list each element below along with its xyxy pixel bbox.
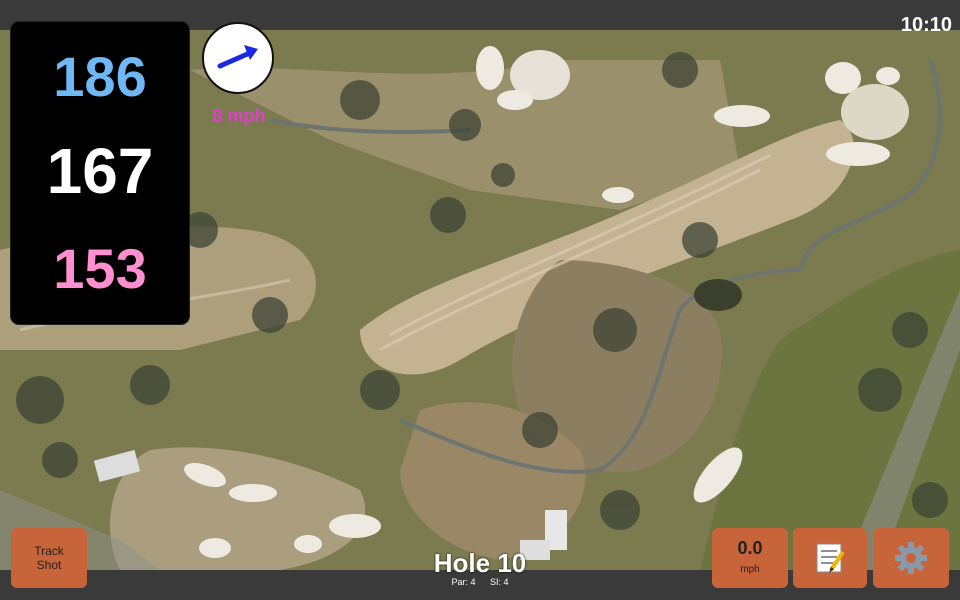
speed-value: 0.0 [737,538,763,558]
hole-par: Par: 4 [451,577,476,587]
speed-unit: mph [740,564,760,575]
clock: 10:10 [900,14,952,36]
track-shot-label-line1: Track [34,544,64,558]
yardage-panel: 186 167 153 [11,22,189,324]
notepad-icon [816,543,845,573]
back-yardage: 186 [53,45,147,108]
hole-details: Par: 4 SI: 4 [380,577,580,587]
middle-yardage: 167 [46,135,154,207]
track-shot-button[interactable]: Track Shot [11,528,87,588]
wind-speed-label: 8 mph [212,106,266,126]
notes-button[interactable] [793,528,867,588]
hole-title: Hole 10 [433,548,527,578]
settings-button[interactable] [873,528,949,588]
wind-arrow-icon [217,45,258,69]
speed-button[interactable]: 0.0 mph [712,528,788,588]
hole-stroke-index: SI: 4 [490,577,509,587]
front-yardage: 153 [53,237,147,300]
track-shot-label-line2: Shot [36,558,62,572]
gear-icon [895,542,927,574]
wind-indicator [202,22,274,94]
